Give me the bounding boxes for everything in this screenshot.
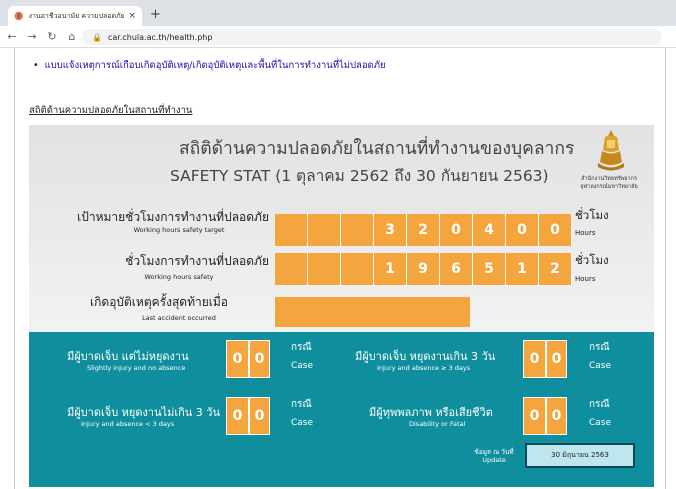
digit-cell: 0 bbox=[232, 408, 243, 424]
digit-cell: 2 bbox=[539, 253, 572, 285]
stat-label-en: Injury and absence ≥ 3 days bbox=[377, 364, 471, 372]
safe-label-th: ชั่วโมงการทำงานที่ปลอดภัย bbox=[125, 254, 269, 268]
digit-cell: 4 bbox=[473, 214, 506, 246]
tab-strip: งานอาชีวอนามัย ความปลอดภัยและสภา × + bbox=[0, 0, 676, 26]
address-bar[interactable]: 🔒 car.chula.ac.th/health.php bbox=[82, 29, 662, 45]
digit-cell: 0 bbox=[248, 398, 269, 434]
board-top-panel: สถิติด้านความปลอดภัยในสถานที่ทำงานของบุค… bbox=[29, 125, 654, 332]
browser-tab[interactable]: งานอาชีวอนามัย ความปลอดภัยและสภา × bbox=[8, 6, 142, 26]
digit-cell: 0 bbox=[232, 351, 243, 367]
browser-window: งานอาชีวอนามัย ความปลอดภัยและสภา × + ← →… bbox=[0, 0, 676, 489]
update-label-en: Update bbox=[482, 456, 506, 464]
stat-counter: 0 0 bbox=[523, 397, 567, 435]
page-content: • แบบแจ้งเหตุการณ์เกือบเกิดอุบัติเหตุ/เก… bbox=[14, 48, 666, 489]
case-unit-th: กรณี bbox=[291, 399, 312, 410]
new-tab-icon[interactable]: + bbox=[150, 7, 161, 22]
case-unit-th: กรณี bbox=[291, 342, 312, 353]
case-unit-th: กรณี bbox=[589, 399, 610, 410]
update-date-box: 30 มิถุนายน 2563 bbox=[525, 443, 635, 468]
digit-cell: 0 bbox=[545, 341, 566, 377]
target-label-th: เป้าหมายชั่วโมงการทำงานที่ปลอดภัย bbox=[77, 210, 269, 224]
board-title-en: SAFETY STAT (1 ตุลาคม 2562 ถึง 30 กันยาย… bbox=[170, 167, 549, 185]
stat-counter: 0 0 bbox=[523, 340, 567, 378]
stat-counter: 0 0 bbox=[226, 397, 270, 435]
digit-cell: 0 bbox=[529, 351, 540, 367]
section-heading: สถิติด้านความปลอดภัยในสถานที่ทำงาน bbox=[29, 105, 193, 116]
case-unit-en: Case bbox=[291, 361, 314, 371]
safe-label-en: Working hours safety bbox=[144, 273, 214, 281]
chula-emblem-logo bbox=[598, 130, 624, 171]
chula-favicon-icon bbox=[14, 11, 24, 21]
case-unit-th: กรณี bbox=[589, 342, 610, 353]
target-digit-row: 3 2 0 4 0 0 bbox=[275, 214, 572, 246]
digit-cell: 9 bbox=[407, 253, 440, 285]
stat-label-th: มีผู้บาดเจ็บ แต่ไม่หยุดงาน bbox=[67, 350, 189, 363]
last-accident-value bbox=[275, 297, 470, 327]
stat-label-en: Injury and absence < 3 days bbox=[81, 420, 175, 428]
digit-cell: 0 bbox=[539, 214, 572, 246]
url-text: car.chula.ac.th/health.php bbox=[107, 32, 213, 42]
digit-cell: 5 bbox=[473, 253, 506, 285]
safety-stat-board: สถิติด้านความปลอดภัยในสถานที่ทำงานของบุค… bbox=[29, 125, 654, 487]
case-unit-en: Case bbox=[589, 361, 612, 371]
board-bottom-panel: มีผู้บาดเจ็บ แต่ไม่หยุดงาน Slightly inju… bbox=[29, 332, 654, 487]
lock-icon[interactable]: 🔒 bbox=[92, 33, 102, 42]
hours-unit-en: Hours bbox=[575, 275, 596, 283]
digit-cell: 1 bbox=[374, 253, 407, 285]
hours-unit-en: Hours bbox=[575, 229, 596, 237]
browser-toolbar: ← → ↻ ⌂ 🔒 car.chula.ac.th/health.php bbox=[0, 26, 676, 48]
stat-label-en: Slightly injury and no absence bbox=[87, 364, 186, 372]
digit-cell: 0 bbox=[545, 398, 566, 434]
tab-close-icon[interactable]: × bbox=[128, 11, 136, 21]
digit-cell bbox=[341, 214, 374, 246]
digit-cell: 1 bbox=[506, 253, 539, 285]
hours-unit-th: ชั่วโมง bbox=[575, 253, 609, 267]
report-form-link[interactable]: แบบแจ้งเหตุการณ์เกือบเกิดอุบัติเหตุ/เกิด… bbox=[45, 58, 386, 73]
case-unit-en: Case bbox=[589, 418, 612, 428]
last-accident-label-th: เกิดอุบัติเหตุครั้งสุดท้ายเมื่อ bbox=[90, 295, 228, 309]
digit-cell bbox=[308, 214, 341, 246]
board-title-th: สถิติด้านความปลอดภัยในสถานที่ทำงานของบุค… bbox=[179, 139, 575, 159]
digit-cell: 0 bbox=[248, 341, 269, 377]
stat-label-en: Disability or Fatal bbox=[409, 420, 466, 428]
last-accident-label-en: Last accident occurred bbox=[142, 314, 216, 322]
home-icon[interactable]: ⌂ bbox=[64, 30, 80, 43]
digit-cell: 0 bbox=[529, 408, 540, 424]
digit-cell bbox=[308, 253, 341, 285]
target-label-en: Working hours safety target bbox=[133, 226, 225, 234]
logo-caption: สำนักงานวิทยทรัพยากร จุฬาลงกรณ์มหาวิทยาล… bbox=[580, 176, 638, 190]
digit-cell bbox=[341, 253, 374, 285]
back-icon[interactable]: ← bbox=[4, 30, 20, 43]
stat-label-th: มีผู้บาดเจ็บ หยุดงานไม่เกิน 3 วัน bbox=[67, 406, 221, 419]
list-item: • แบบแจ้งเหตุการณ์เกือบเกิดอุบัติเหตุ/เก… bbox=[33, 58, 386, 73]
digit-cell: 0 bbox=[440, 214, 473, 246]
safe-digit-row: 1 9 6 5 1 2 bbox=[275, 253, 572, 285]
stat-label-th: มีผู้ทุพพลภาพ หรือเสียชีวิต bbox=[369, 406, 493, 419]
bullet-dot: • bbox=[33, 60, 39, 71]
stat-counter: 0 0 bbox=[226, 340, 270, 378]
forward-icon[interactable]: → bbox=[24, 30, 40, 43]
digit-cell: 0 bbox=[506, 214, 539, 246]
digit-cell bbox=[275, 214, 308, 246]
tab-title: งานอาชีวอนามัย ความปลอดภัยและสภา bbox=[28, 11, 125, 20]
digit-cell: 2 bbox=[407, 214, 440, 246]
hours-unit-th: ชั่วโมง bbox=[575, 208, 609, 222]
reload-icon[interactable]: ↻ bbox=[44, 30, 60, 43]
digit-cell bbox=[275, 253, 308, 285]
digit-cell: 3 bbox=[374, 214, 407, 246]
case-unit-en: Case bbox=[291, 418, 314, 428]
digit-cell: 6 bbox=[440, 253, 473, 285]
stat-label-th: มีผู้บาดเจ็บ หยุดงานเกิน 3 วัน bbox=[355, 350, 496, 363]
